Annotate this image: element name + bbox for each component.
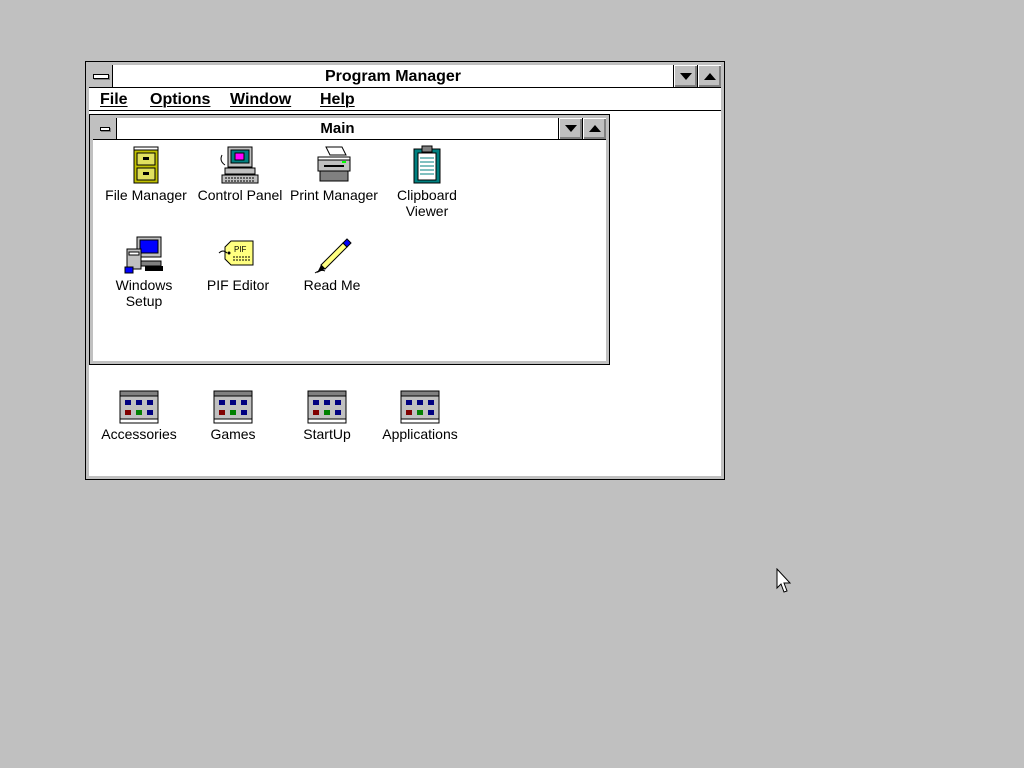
program-clipboard-viewer[interactable]: Clipboard Viewer: [379, 145, 475, 219]
menu-window[interactable]: Window: [230, 88, 291, 111]
group-label: Accessories: [101, 426, 177, 442]
minimize-button[interactable]: [558, 118, 582, 139]
svg-text:PIF: PIF: [234, 245, 247, 254]
group-icon-applications[interactable]: Applications: [372, 390, 468, 442]
pif-tag-icon: PIF: [218, 240, 254, 266]
maximize-arrow-icon: [588, 125, 601, 132]
menu-options[interactable]: Options: [150, 88, 210, 111]
minimize-arrow-icon: [679, 72, 692, 80]
clipboard-icon: [413, 145, 441, 184]
title-bar[interactable]: Program Manager: [89, 65, 721, 88]
control-menu-button[interactable]: [93, 118, 117, 139]
program-label: Windows Setup: [115, 277, 173, 309]
group-label: Games: [210, 426, 256, 442]
main-group-window: Main File Manager Control Panel Print Ma…: [89, 114, 610, 365]
control-menu-icon: [99, 126, 110, 131]
program-label: File Manager: [105, 187, 187, 203]
control-menu-icon: [92, 73, 109, 79]
program-group-icon: [119, 390, 159, 424]
program-windows-setup[interactable]: Windows Setup: [96, 235, 192, 309]
maximize-arrow-icon: [703, 72, 716, 80]
program-read-me[interactable]: Read Me: [284, 235, 380, 293]
control-panel-icon: [220, 146, 259, 184]
group-icon-startup[interactable]: StartUp: [279, 390, 375, 442]
pen-icon: [314, 238, 352, 274]
program-group-icon: [213, 390, 253, 424]
minimize-arrow-icon: [564, 125, 577, 132]
group-label: StartUp: [303, 426, 351, 442]
program-label: PIF Editor: [206, 277, 270, 293]
menu-file[interactable]: File: [100, 88, 128, 111]
window-title: Program Manager: [324, 68, 462, 85]
menu-help[interactable]: Help: [320, 88, 355, 111]
mouse-cursor-icon: [776, 568, 792, 593]
program-group-icon: [400, 390, 440, 424]
program-file-manager[interactable]: File Manager: [98, 145, 194, 203]
file-cabinet-icon: [133, 146, 159, 184]
group-label: Applications: [382, 426, 458, 442]
menu-bar: File Options Window Help: [89, 88, 721, 111]
program-control-panel[interactable]: Control Panel: [192, 145, 288, 203]
printer-icon: [317, 146, 351, 182]
maximize-button[interactable]: [697, 65, 721, 87]
program-pif-editor[interactable]: PIF PIF Editor: [190, 235, 286, 293]
computer-setup-icon: [124, 236, 163, 274]
program-label: Clipboard Viewer: [397, 187, 457, 219]
minimize-button[interactable]: [673, 65, 697, 87]
window-title: Main: [320, 120, 355, 137]
group-icon-games[interactable]: Games: [185, 390, 281, 442]
program-label: Print Manager: [290, 187, 378, 203]
program-label: Control Panel: [197, 187, 283, 203]
maximize-button[interactable]: [582, 118, 606, 139]
group-icon-accessories[interactable]: Accessories: [91, 390, 187, 442]
program-label: Read Me: [303, 277, 361, 293]
control-menu-button[interactable]: [89, 65, 113, 87]
program-print-manager[interactable]: Print Manager: [286, 145, 382, 203]
program-group-icon: [307, 390, 347, 424]
title-bar[interactable]: Main: [93, 118, 606, 140]
